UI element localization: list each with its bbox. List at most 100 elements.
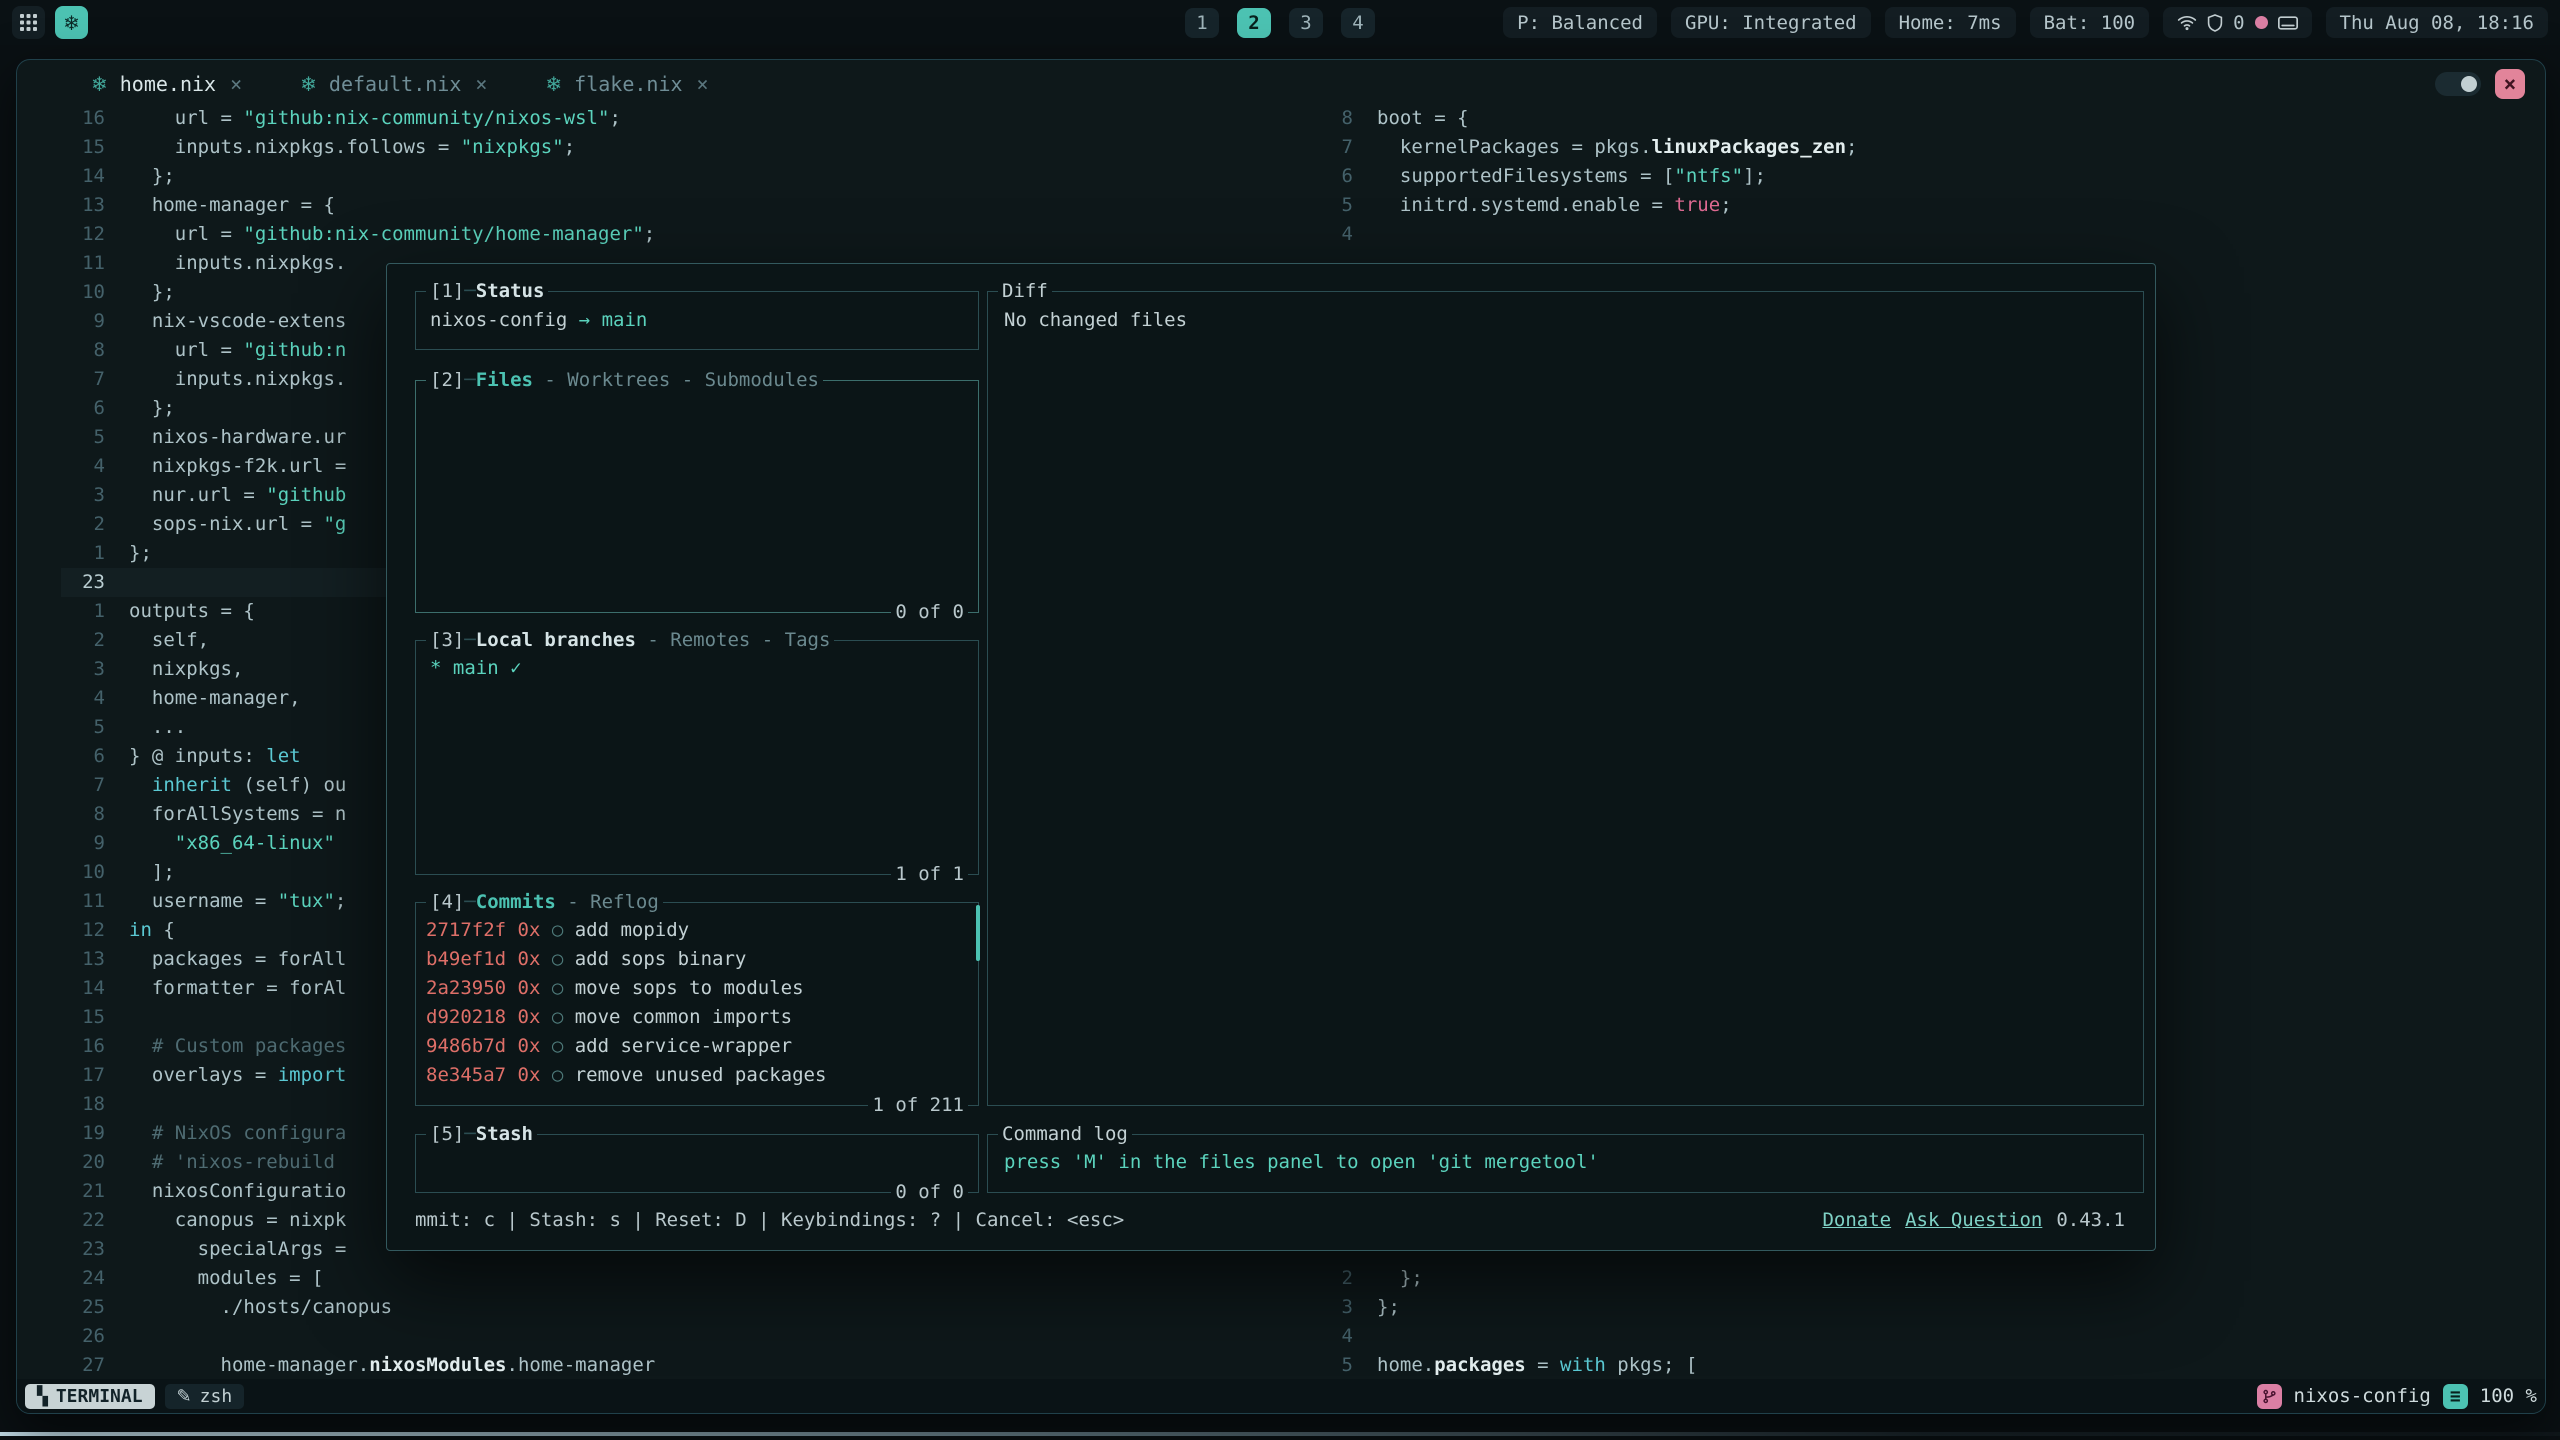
shell-icon: ✎ <box>177 1386 192 1407</box>
tab-label: default.nix <box>329 72 461 96</box>
workspace-3[interactable]: 3 <box>1289 8 1323 38</box>
commit-row[interactable]: 2717f2f 0x ○ add mopidy <box>426 916 968 945</box>
nixos-logo-icon[interactable]: ❄ <box>55 6 88 39</box>
editor-tab-bar: ❄home.nix×❄default.nix×❄flake.nix× × <box>17 60 2545 108</box>
lazygit-status-panel[interactable]: [1]Status nixos-config → main <box>415 291 979 350</box>
lazygit-files-panel[interactable]: [2]Files - Worktrees - Submodules 0 of 0 <box>415 380 979 613</box>
lazygit-branches-panel[interactable]: [3]Local branches - Remotes - Tags * mai… <box>415 640 979 875</box>
panel-count: 0 of 0 <box>891 598 968 627</box>
panel-title: Stash <box>476 1123 533 1145</box>
panel-title: Local branches <box>476 629 636 651</box>
branch-row[interactable]: * main ✓ <box>430 657 522 679</box>
line-number: 21 <box>61 1177 105 1206</box>
panel-subtitle: - Remotes - Tags <box>636 629 830 651</box>
clock[interactable]: Thu Aug 08, 18:16 <box>2326 7 2548 38</box>
commits-scrollbar[interactable] <box>976 905 980 961</box>
code-text: url = "github:nix-community/home-manager… <box>129 220 655 249</box>
module-gpu[interactable]: GPU: Integrated <box>1671 7 1871 38</box>
line-number: 1 <box>61 597 105 626</box>
line-number: 9 <box>61 307 105 336</box>
code-text: }; <box>1377 1264 1423 1293</box>
line-number: 10 <box>61 858 105 887</box>
list-icon[interactable]: ≡ <box>2443 1384 2468 1409</box>
line-number: 3 <box>61 655 105 684</box>
tab-close-icon[interactable]: × <box>697 72 709 96</box>
code-text: }; <box>129 394 175 423</box>
line-number: 15 <box>61 133 105 162</box>
tab-label: flake.nix <box>574 72 682 96</box>
code-text: nixos-hardware.ur <box>129 423 346 452</box>
percent-indicator: 100 % <box>2480 1385 2537 1407</box>
repo-name: nixos-config <box>430 309 567 331</box>
line-number: 8 <box>61 336 105 365</box>
line-number: 8 <box>61 800 105 829</box>
code-text: outputs = { <box>129 597 255 626</box>
line-number: 15 <box>61 1003 105 1032</box>
commit-row[interactable]: 8e345a7 0x ○ remove unused packages <box>426 1061 968 1090</box>
tab-home-nix[interactable]: ❄home.nix× <box>91 72 242 96</box>
line-number: 1 <box>61 539 105 568</box>
panel-index: [4] <box>430 891 464 913</box>
code-text: }; <box>129 539 152 568</box>
editor-line: 12 url = "github:nix-community/home-mana… <box>61 220 1291 249</box>
lazygit-popup: [1]Status nixos-config → main [2]Files -… <box>386 263 2156 1251</box>
code-text: } @ inputs: let <box>129 742 301 771</box>
module-battery[interactable]: Bat: 100 <box>2030 7 2150 38</box>
lazygit-commits-panel[interactable]: [4]Commits - Reflog 2717f2f 0x ○ add mop… <box>415 902 979 1106</box>
ask-question-link[interactable]: Ask Question <box>1905 1209 2042 1231</box>
line-number: 2 <box>1309 1264 1353 1293</box>
lazygit-command-log-panel[interactable]: Command log press 'M' in the files panel… <box>987 1134 2144 1193</box>
app-launcher-icon[interactable] <box>12 6 45 39</box>
window-toggle[interactable] <box>2435 72 2481 96</box>
line-number: 14 <box>61 974 105 1003</box>
module-home-latency[interactable]: Home: 7ms <box>1885 7 2016 38</box>
tab-close-icon[interactable]: × <box>230 72 242 96</box>
line-number: 13 <box>61 191 105 220</box>
zellij-tab-zsh[interactable]: ✎ zsh <box>165 1384 245 1409</box>
code-text: home.packages = with pkgs; [ <box>1377 1351 1697 1380</box>
workspace-2[interactable]: 2 <box>1237 8 1271 38</box>
line-number: 12 <box>61 220 105 249</box>
code-text: inputs.nixpkgs. <box>129 249 346 278</box>
line-number: 3 <box>1309 1293 1353 1322</box>
commit-row[interactable]: 2a23950 0x ○ move sops to modules <box>426 974 968 1003</box>
window-close-button[interactable]: × <box>2495 69 2525 99</box>
nix-snowflake-icon: ❄ <box>545 72 562 96</box>
line-number: 4 <box>1309 1322 1353 1351</box>
workspace-4[interactable]: 4 <box>1341 8 1375 38</box>
tab-flake-nix[interactable]: ❄ flake.nix × <box>545 72 708 96</box>
lazygit-stash-panel[interactable]: [5]Stash 0 of 0 <box>415 1134 979 1193</box>
editor-line: 2 }; <box>1309 1264 2519 1293</box>
module-power-profile[interactable]: P: Balanced <box>1503 7 1657 38</box>
editor-line: 8boot = { <box>1309 104 2519 133</box>
zellij-mode-indicator[interactable]: ▚ TERMINAL <box>25 1384 155 1409</box>
line-number: 5 <box>61 423 105 452</box>
code-text: sops-nix.url = "g <box>129 510 346 539</box>
editor-line: 14 }; <box>61 162 1291 191</box>
code-text: initrd.systemd.enable = true; <box>1377 191 1732 220</box>
lazygit-diff-panel[interactable]: Diff No changed files <box>987 291 2144 1106</box>
line-number: 4 <box>1309 220 1353 249</box>
donate-link[interactable]: Donate <box>1822 1209 1891 1231</box>
code-text: kernelPackages = pkgs.linuxPackages_zen; <box>1377 133 1857 162</box>
tab-close-icon[interactable]: × <box>475 72 487 96</box>
commit-row[interactable]: 9486b7d 0x ○ add service-wrapper <box>426 1032 968 1061</box>
commit-row[interactable]: d920218 0x ○ move common imports <box>426 1003 968 1032</box>
panel-subtitle: - Worktrees - Submodules <box>533 369 819 391</box>
commit-row[interactable]: b49ef1d 0x ○ add sops binary <box>426 945 968 974</box>
line-number: 24 <box>61 1264 105 1293</box>
code-text: ... <box>129 713 186 742</box>
line-number: 7 <box>61 771 105 800</box>
line-number: 23 <box>61 1235 105 1264</box>
line-number: 18 <box>61 1090 105 1119</box>
line-number: 4 <box>61 684 105 713</box>
editor-line: 15 inputs.nixpkgs.follows = "nixpkgs"; <box>61 133 1291 162</box>
system-tray[interactable]: 0 <box>2163 7 2311 38</box>
code-text: nixpkgs-f2k.url = <box>129 452 346 481</box>
tab-default-nix[interactable]: ❄default.nix× <box>300 72 487 96</box>
clock-text: Thu Aug 08, 18:16 <box>2340 12 2534 34</box>
workspace-1[interactable]: 1 <box>1185 8 1219 38</box>
diff-content: No changed files <box>988 292 2143 335</box>
panel-index: [2] <box>430 369 464 391</box>
code-text: formatter = forAl <box>129 974 346 1003</box>
